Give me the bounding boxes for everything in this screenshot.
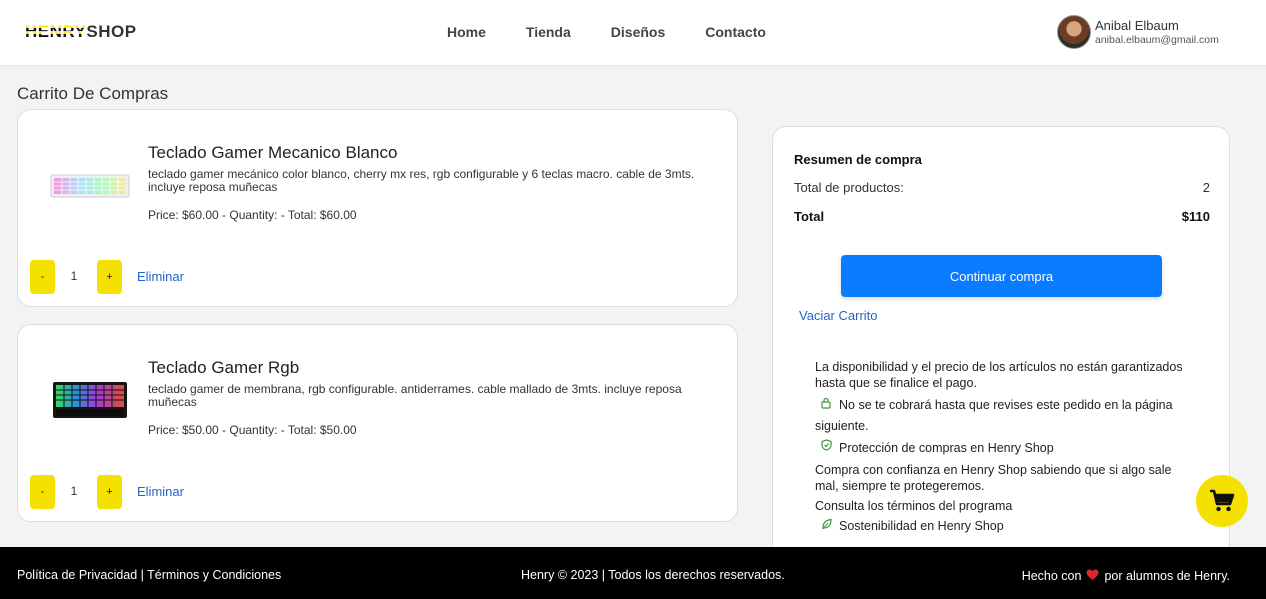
cart-item-card: Teclado Gamer Mecanico Blanco teclado ga…	[17, 109, 738, 307]
sustainability-text: Sostenibilidad en Henry Shop	[839, 519, 1004, 533]
nav-contacto[interactable]: Contacto	[705, 24, 766, 40]
user-email: anibal.elbaum@gmail.com	[1095, 34, 1219, 46]
products-count: 2	[1202, 180, 1210, 195]
increase-quantity-button[interactable]: +	[97, 475, 122, 509]
quantity-value: 1	[70, 269, 78, 283]
quantity-value: 1	[70, 484, 78, 498]
products-label: Total de productos:	[794, 180, 904, 195]
protection-note: Protección de compras en Henry Shop	[815, 438, 1185, 458]
total-label: Total	[794, 209, 825, 224]
order-summary: Resumen de compra Total de productos: 2 …	[772, 126, 1230, 566]
heart-icon	[1086, 568, 1099, 584]
empty-cart-link[interactable]: Vaciar Carrito	[799, 308, 878, 323]
confidence-note: Compra con confianza en Henry Shop sabie…	[815, 463, 1172, 493]
nav-home[interactable]: Home	[447, 24, 486, 40]
logo[interactable]: HENRYSHOP	[25, 22, 137, 42]
decrease-quantity-button[interactable]: -	[30, 475, 55, 509]
page-title: Carrito De Compras	[17, 84, 169, 103]
leaf-icon	[819, 518, 833, 535]
terms-link[interactable]: Términos y Condiciones	[147, 568, 281, 582]
continue-purchase-button[interactable]: Continuar compra	[841, 255, 1162, 297]
protection-text: Protección de compras en Henry Shop	[839, 441, 1054, 455]
header: HENRYSHOP Home Tienda Diseños Contacto A…	[0, 0, 1266, 66]
footer-legal-links: Política de Privacidad | Términos y Cond…	[17, 568, 281, 582]
product-title: Teclado Gamer Mecanico Blanco	[148, 143, 398, 162]
increase-quantity-button[interactable]: +	[97, 260, 122, 294]
logo-henry: HENRY	[25, 22, 87, 41]
lock-icon	[819, 396, 833, 416]
privacy-link[interactable]: Política de Privacidad	[17, 568, 137, 582]
made-prefix: Hecho con	[1021, 569, 1082, 583]
product-price-line: Price: $50.00 - Quantity: - Total: $50.0…	[148, 423, 357, 437]
footer-separator: |	[137, 568, 148, 582]
user-info: Anibal Elbaum anibal.elbaum@gmail.com	[1095, 18, 1219, 46]
summary-total-row: Total $110	[794, 209, 1210, 224]
no-charge-text: No se te cobrará hasta que revises este …	[815, 398, 1173, 433]
nav-disenos[interactable]: Diseños	[611, 24, 665, 40]
user-menu[interactable]: Anibal Elbaum anibal.elbaum@gmail.com	[1057, 15, 1219, 49]
cart-item-card: Teclado Gamer Rgb teclado gamer de membr…	[17, 324, 738, 522]
footer: Política de Privacidad | Términos y Cond…	[0, 547, 1266, 599]
no-charge-note: No se te cobrará hasta que revises este …	[815, 395, 1185, 436]
product-title: Teclado Gamer Rgb	[148, 358, 300, 377]
avatar[interactable]	[1057, 15, 1091, 49]
availability-note: La disponibilidad y el precio de los art…	[815, 360, 1183, 390]
copyright: Henry © 2023 | Todos los derechos reserv…	[521, 568, 785, 582]
floating-cart-button[interactable]	[1196, 475, 1248, 527]
product-image-black-keyboard	[53, 382, 127, 418]
summary-title: Resumen de compra	[794, 152, 922, 167]
purchase-info: La disponibilidad y el precio de los art…	[815, 359, 1185, 535]
shield-icon	[819, 438, 833, 458]
user-name: Anibal Elbaum	[1095, 18, 1179, 33]
sustainability-note: Sostenibilidad en Henry Shop	[815, 518, 1185, 535]
decrease-quantity-button[interactable]: -	[30, 260, 55, 294]
remove-item-link[interactable]: Eliminar	[137, 484, 184, 499]
made-with-love: Hecho con por alumnos de Henry.	[1022, 568, 1230, 584]
product-image-white-keyboard	[50, 174, 130, 198]
product-price-line: Price: $60.00 - Quantity: - Total: $60.0…	[148, 208, 357, 222]
remove-item-link[interactable]: Eliminar	[137, 269, 184, 284]
made-suffix: por alumnos de Henry.	[1104, 569, 1230, 583]
logo-shop: SHOP	[86, 22, 137, 41]
main-nav: Home Tienda Diseños Contacto	[447, 24, 766, 40]
summary-products-row: Total de productos: 2	[794, 180, 1210, 195]
product-description: teclado gamer mecánico color blanco, che…	[148, 167, 695, 194]
terms-note[interactable]: Consulta los términos del programa	[815, 498, 1185, 514]
product-description: teclado gamer de membrana, rgb configura…	[148, 382, 682, 409]
cart-icon	[1210, 489, 1235, 512]
total-value: $110	[1181, 209, 1210, 224]
nav-tienda[interactable]: Tienda	[526, 24, 571, 40]
